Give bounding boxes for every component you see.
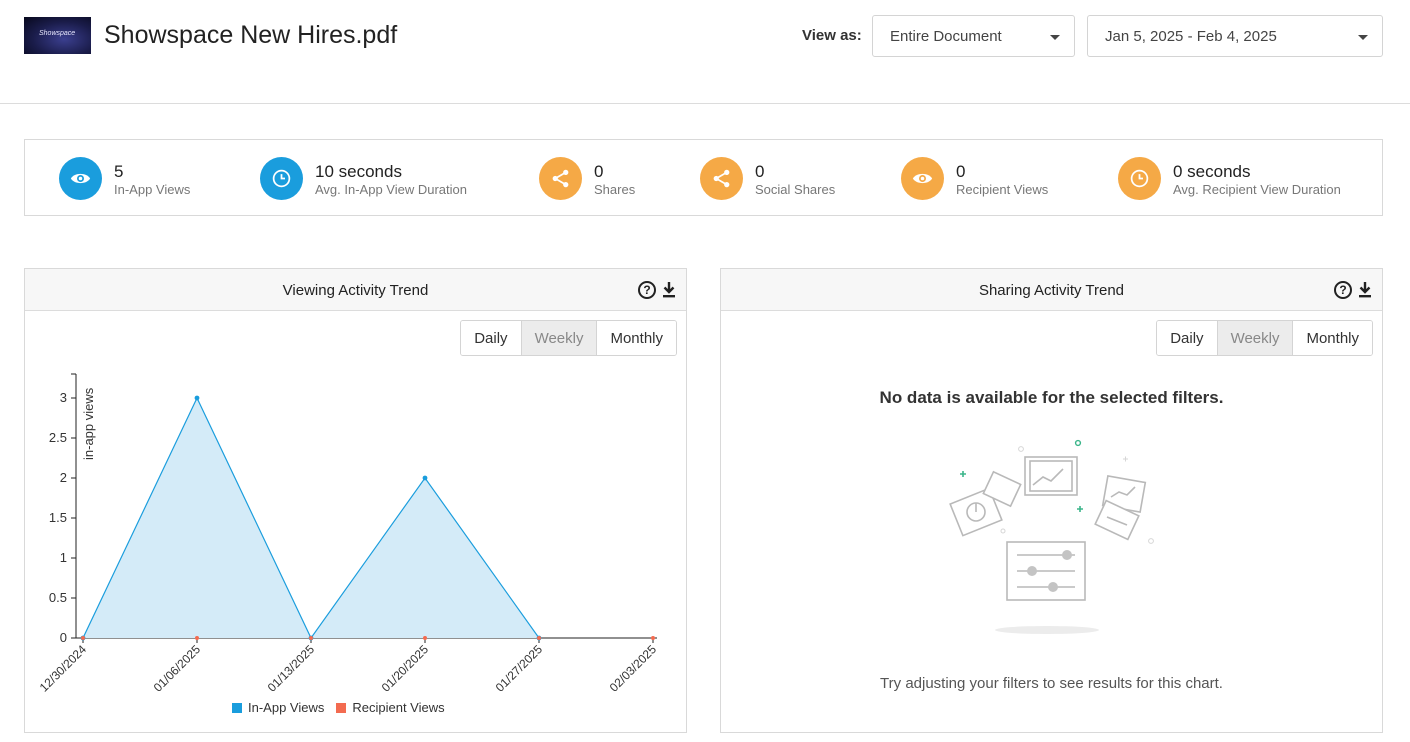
- in-app-views-point: [194, 395, 200, 401]
- help-icon[interactable]: ?: [638, 281, 656, 299]
- download-icon[interactable]: [662, 281, 676, 299]
- panel-header: Viewing Activity Trend ?: [25, 269, 686, 311]
- in-app-views-area: [83, 398, 539, 638]
- y-tick-label: 0.5: [49, 590, 67, 605]
- stat-label: Shares: [594, 182, 636, 197]
- y-tick-label: 2.5: [49, 430, 67, 445]
- clock-icon: [1118, 157, 1161, 200]
- tab-weekly[interactable]: Weekly: [1217, 321, 1294, 355]
- panel-header: Sharing Activity Trend ?: [721, 269, 1382, 311]
- x-tick-label: 01/13/2025: [265, 642, 318, 694]
- stat-value: 0: [956, 162, 966, 181]
- tab-monthly[interactable]: Monthly: [597, 321, 676, 355]
- period-toggle: Daily Weekly Monthly: [460, 320, 677, 356]
- stats-bar: 5 In-App Views 10 seconds Avg. In-App Vi…: [24, 139, 1383, 216]
- view-as-select-value: Entire Document: [890, 28, 1002, 45]
- date-range-select[interactable]: Jan 5, 2025 - Feb 4, 2025: [1087, 15, 1383, 57]
- period-toggle: Daily Weekly Monthly: [1156, 320, 1373, 356]
- stat-label: In-App Views: [114, 182, 191, 197]
- viewing-activity-panel: Viewing Activity Trend ? Daily Weekly Mo…: [24, 268, 687, 733]
- tab-monthly[interactable]: Monthly: [1293, 321, 1372, 355]
- recipient-views-point: [309, 636, 313, 640]
- sharing-activity-panel: Sharing Activity Trend ? Daily Weekly Mo…: [720, 268, 1383, 733]
- stat-value: 10 seconds: [315, 162, 402, 181]
- y-axis-label: in-app views: [81, 387, 96, 460]
- viewing-activity-chart: 0 0.5 1 1.5 2 2.5 3 in-app views 12/30/2024 01/06…: [37, 373, 660, 694]
- eye-icon: [901, 157, 944, 200]
- panel-title: Sharing Activity Trend: [978, 282, 1125, 299]
- tab-daily[interactable]: Daily: [461, 321, 522, 355]
- empty-state-title: No data is available for the selected fi…: [879, 388, 1224, 407]
- recipient-views-point: [81, 636, 85, 640]
- view-as-label: View as:: [802, 27, 862, 44]
- stat-value: 0 seconds: [1173, 162, 1251, 181]
- x-tick-label: 02/03/2025: [607, 642, 660, 694]
- legend-swatch: [232, 703, 242, 713]
- view-as-select[interactable]: Entire Document: [872, 15, 1075, 57]
- stat-label: Avg. Recipient View Duration: [1173, 182, 1341, 197]
- document-title: Showspace New Hires.pdf: [104, 21, 398, 49]
- y-tick-label: 2: [60, 470, 67, 485]
- y-tick-label: 3: [60, 390, 67, 405]
- stat-value: 0: [594, 162, 604, 181]
- share-icon: [700, 157, 743, 200]
- y-tick-label: 1: [60, 550, 67, 565]
- legend-item-recipient-views[interactable]: Recipient Views: [336, 700, 445, 715]
- legend-item-in-app-views[interactable]: In-App Views: [232, 700, 324, 715]
- clock-icon: [260, 157, 303, 200]
- y-tick-label: 0: [60, 630, 67, 645]
- recipient-views-point: [537, 636, 541, 640]
- page-header: Showspace Showspace New Hires.pdf View a…: [0, 0, 1410, 104]
- date-range-select-value: Jan 5, 2025 - Feb 4, 2025: [1105, 28, 1277, 45]
- recipient-views-point: [195, 636, 199, 640]
- empty-chart-illustration: [949, 439, 1154, 634]
- x-tick-label: 12/30/2024: [37, 642, 90, 694]
- y-tick-label: 1.5: [49, 510, 67, 525]
- panel-title: Viewing Activity Trend: [282, 282, 429, 299]
- in-app-views-point: [422, 475, 428, 481]
- chevron-down-icon: [1050, 35, 1060, 40]
- recipient-views-point: [423, 636, 427, 640]
- stat-label: Recipient Views: [956, 182, 1049, 197]
- help-icon[interactable]: ?: [1334, 281, 1352, 299]
- empty-state-subtitle: Try adjusting your filters to see result…: [880, 675, 1223, 692]
- tab-daily[interactable]: Daily: [1157, 321, 1218, 355]
- stat-value: 0: [755, 162, 765, 181]
- download-icon[interactable]: [1358, 281, 1372, 299]
- stat-label: Avg. In-App View Duration: [315, 182, 467, 197]
- chart-legend: In-App Views Recipient Views: [232, 700, 445, 715]
- x-tick-label: 01/27/2025: [493, 642, 546, 694]
- legend-label: Recipient Views: [352, 700, 445, 715]
- x-tick-label: 01/06/2025: [151, 642, 204, 694]
- legend-label: In-App Views: [248, 700, 325, 715]
- thumbnail-text: Showspace: [39, 30, 76, 37]
- x-tick-label: 01/20/2025: [379, 642, 432, 694]
- recipient-views-point: [651, 636, 655, 640]
- legend-swatch: [336, 703, 347, 713]
- share-icon: [539, 157, 582, 200]
- chevron-down-icon: [1358, 35, 1368, 40]
- document-thumbnail: Showspace: [24, 17, 91, 54]
- tab-weekly[interactable]: Weekly: [521, 321, 598, 355]
- stat-value: 5: [114, 162, 124, 181]
- stat-label: Social Shares: [755, 182, 836, 197]
- eye-icon: [59, 157, 102, 200]
